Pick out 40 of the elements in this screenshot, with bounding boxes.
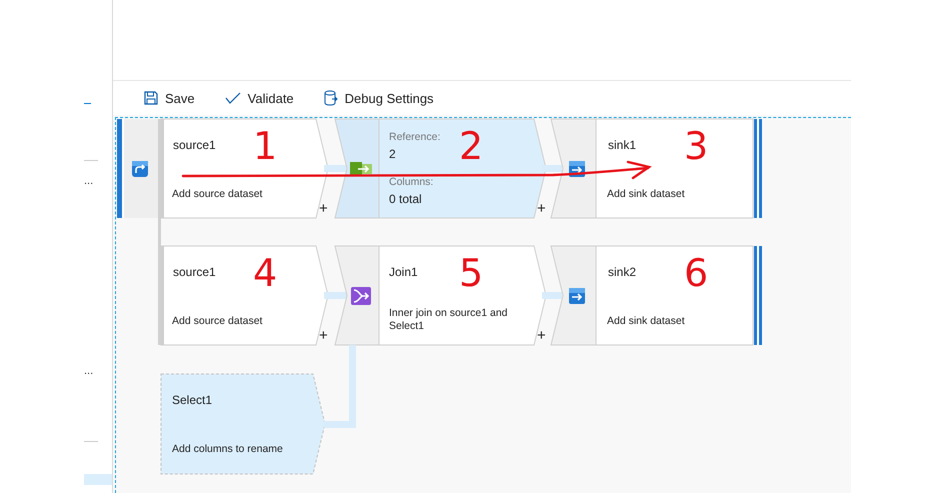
validate-button[interactable]: Validate xyxy=(224,88,294,108)
node-title: sink1 xyxy=(608,138,636,152)
more-options-text[interactable]: ... xyxy=(84,365,94,377)
add-button[interactable]: + xyxy=(319,328,328,343)
more-options-text[interactable]: ... xyxy=(84,175,94,187)
database-icon xyxy=(324,90,338,106)
node-title: source1 xyxy=(173,265,216,279)
node-title: Join1 xyxy=(389,265,418,279)
selected-item-highlight xyxy=(84,474,112,485)
annotation-number: 4 xyxy=(253,254,278,292)
node-title: sink2 xyxy=(608,265,636,279)
save-icon xyxy=(144,91,158,105)
add-button[interactable]: + xyxy=(319,201,328,216)
node-title: Select1 xyxy=(172,393,212,407)
field-label: Columns: xyxy=(389,176,434,188)
debug-button[interactable]: Debug Settings xyxy=(324,88,434,108)
derived-column-icon xyxy=(350,162,372,176)
node-description: Add sink dataset xyxy=(607,188,685,201)
node-description: Add source dataset xyxy=(172,315,262,328)
tab-marker xyxy=(84,103,91,104)
checkmark-icon xyxy=(224,92,241,104)
node-description: Add columns to rename xyxy=(172,443,283,456)
add-button[interactable]: + xyxy=(537,328,546,343)
annotation-number: 3 xyxy=(684,127,708,165)
node-title: source1 xyxy=(173,138,216,152)
node-description: Add source dataset xyxy=(172,188,262,201)
node-description: Inner join on source1 and Select1 xyxy=(389,307,508,333)
annotation-number: 2 xyxy=(459,127,484,165)
save-button[interactable]: Save xyxy=(144,88,195,108)
annotation-number: 1 xyxy=(253,127,278,165)
field-label: Reference: xyxy=(389,131,440,143)
node-description: Add sink dataset xyxy=(607,315,685,328)
source-icon xyxy=(132,160,148,176)
join-icon xyxy=(350,286,371,304)
annotation-number: 5 xyxy=(459,254,484,292)
annotation-number: 6 xyxy=(684,254,708,292)
field-value: 2 xyxy=(389,147,396,161)
sink-icon xyxy=(569,288,586,304)
add-button[interactable]: + xyxy=(537,201,546,216)
field-value: 0 total xyxy=(389,192,422,206)
